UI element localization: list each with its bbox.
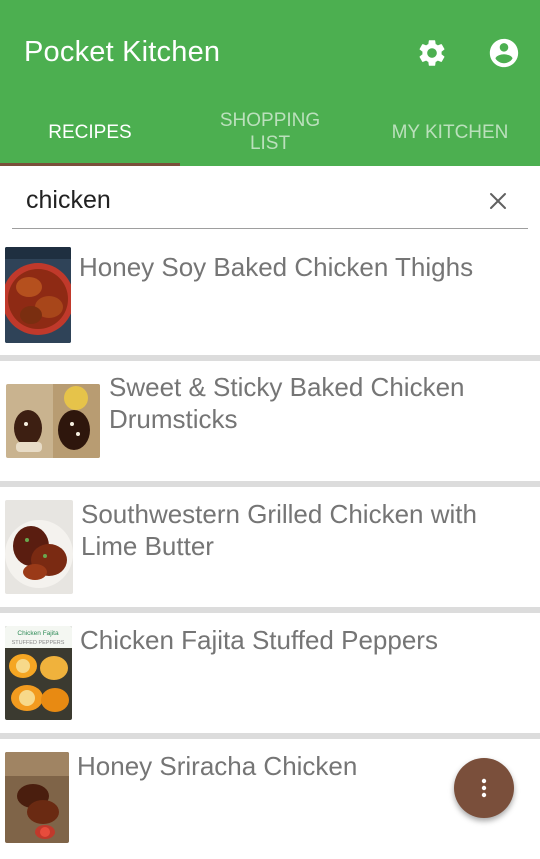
tab-recipes[interactable]: RECIPES xyxy=(0,98,180,166)
recipe-thumbnail xyxy=(5,752,69,843)
recipe-card[interactable]: Honey Soy Baked Chicken Thighs xyxy=(0,240,540,361)
recipe-thumbnail xyxy=(5,500,73,594)
app-bar: Pocket Kitchen RECIPES SHOPPING LIST MY … xyxy=(0,0,540,166)
close-icon xyxy=(490,193,506,209)
tab-recipes-label: RECIPES xyxy=(48,121,132,143)
recipe-name: Chicken Fajita Stuffed Peppers xyxy=(80,625,438,655)
app-title: Pocket Kitchen xyxy=(24,36,221,68)
account-button[interactable] xyxy=(486,35,522,71)
recipe-name: Southwestern Grilled Chicken with Lime B… xyxy=(81,499,477,561)
search-input[interactable] xyxy=(26,174,466,226)
recipe-name: Honey Soy Baked Chicken Thighs xyxy=(79,252,474,282)
recipe-card[interactable]: Chicken Fajita STUFFED PEPPERS Chicken F… xyxy=(0,613,540,739)
gear-icon xyxy=(419,40,445,66)
tab-my-kitchen-label: MY KITCHEN xyxy=(391,121,509,143)
thumbnail-caption-line1: Chicken Fajita xyxy=(17,630,59,637)
recipe-card[interactable]: Southwestern Grilled Chicken with Lime B… xyxy=(0,487,540,613)
account-circle-icon xyxy=(489,38,519,68)
tab-shopping-list-label-line1: SHOPPING xyxy=(219,110,321,131)
recipe-thumbnail xyxy=(6,384,100,458)
tab-bar: RECIPES SHOPPING LIST MY KITCHEN xyxy=(0,98,540,166)
thumbnail-caption-line2: STUFFED PEPPERS xyxy=(12,640,65,646)
settings-button[interactable] xyxy=(414,35,450,71)
tab-indicator xyxy=(0,163,180,166)
more-vert-icon xyxy=(481,778,487,798)
recipe-thumbnail xyxy=(5,247,71,343)
search-bar xyxy=(12,174,528,229)
tab-shopping-list-label-line2: LIST xyxy=(249,133,291,154)
tab-my-kitchen[interactable]: MY KITCHEN xyxy=(360,98,540,166)
recipe-card[interactable]: Sweet & Sticky Baked Chicken Drumsticks xyxy=(0,361,540,487)
more-options-button[interactable] xyxy=(454,758,514,818)
recipe-name: Sweet & Sticky Baked Chicken Drumsticks xyxy=(109,372,465,434)
clear-search-button[interactable] xyxy=(484,187,512,215)
recipe-thumbnail: Chicken Fajita STUFFED PEPPERS xyxy=(5,626,72,720)
tab-shopping-list[interactable]: SHOPPING LIST xyxy=(180,98,360,166)
recipe-name: Honey Sriracha Chicken xyxy=(77,751,358,781)
